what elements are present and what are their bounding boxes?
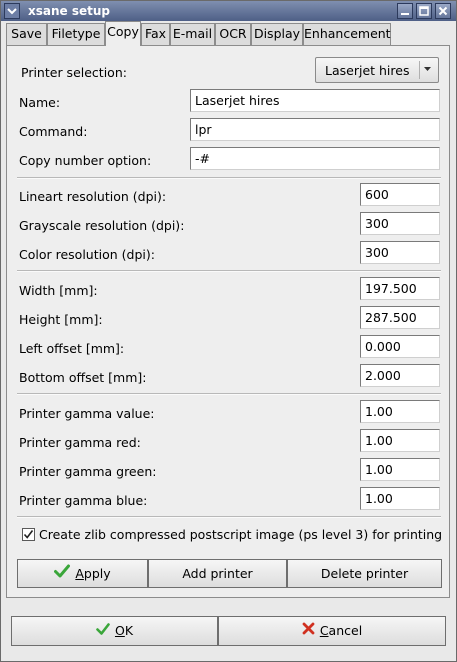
- grayscale-resolution-field[interactable]: 300: [360, 212, 440, 235]
- maximize-button[interactable]: [416, 3, 432, 19]
- left-offset-label: Left offset [mm]:: [19, 341, 125, 356]
- color-resolution-field[interactable]: 300: [360, 241, 440, 264]
- copy-number-option-label: Copy number option:: [19, 153, 152, 168]
- ok-button[interactable]: OK: [11, 616, 218, 646]
- lineart-resolution-field[interactable]: 600: [360, 183, 440, 206]
- command-field[interactable]: lpr: [190, 118, 440, 141]
- separator: [17, 516, 441, 518]
- name-label: Name:: [19, 95, 61, 110]
- tab-fax[interactable]: Fax: [141, 23, 170, 45]
- name-field[interactable]: Laserjet hires: [190, 89, 440, 112]
- left-offset-field[interactable]: 0.000: [360, 335, 440, 358]
- add-printer-button[interactable]: Add printer: [148, 559, 287, 588]
- title-bar[interactable]: xsane setup: [1, 1, 456, 21]
- copy-number-option-field[interactable]: -#: [190, 147, 440, 170]
- printer-selection-dropdown[interactable]: Laserjet hires: [315, 57, 439, 83]
- lineart-resolution-label: Lineart resolution (dpi):: [19, 189, 167, 204]
- separator: [17, 177, 441, 179]
- window-title: xsane setup: [28, 4, 110, 18]
- gamma-blue-field[interactable]: 1.00: [360, 487, 440, 510]
- tab-email[interactable]: E-mail: [170, 23, 215, 45]
- width-label: Width [mm]:: [19, 283, 98, 298]
- width-field[interactable]: 197.500: [360, 277, 440, 300]
- apply-button[interactable]: Apply: [17, 559, 148, 588]
- gamma-red-label: Printer gamma red:: [19, 435, 141, 450]
- zlib-compress-checkbox[interactable]: [22, 528, 35, 541]
- gamma-value-label: Printer gamma value:: [19, 406, 155, 421]
- tab-filetype[interactable]: Filetype: [47, 23, 105, 45]
- bottom-offset-field[interactable]: 2.000: [360, 364, 440, 387]
- tab-display[interactable]: Display: [251, 23, 303, 45]
- grayscale-resolution-label: Grayscale resolution (dpi):: [19, 218, 185, 233]
- gamma-green-label: Printer gamma green:: [19, 464, 157, 479]
- bottom-offset-label: Bottom offset [mm]:: [19, 370, 147, 385]
- tab-save[interactable]: Save: [6, 23, 47, 45]
- separator: [17, 393, 441, 395]
- chevron-down-icon: [419, 61, 435, 79]
- delete-printer-button[interactable]: Delete printer: [287, 559, 442, 588]
- gamma-value-field[interactable]: 1.00: [360, 400, 440, 423]
- printer-selection-value: Laserjet hires: [325, 63, 410, 78]
- cancel-button[interactable]: Cancel: [218, 616, 446, 646]
- command-label: Command:: [19, 124, 88, 139]
- minimize-button[interactable]: [397, 3, 413, 19]
- zlib-compress-label[interactable]: Create zlib compressed postscript image …: [39, 527, 442, 542]
- xsane-setup-window: xsane setup Save Filetype Copy Fax E-mai…: [0, 0, 457, 662]
- copy-tab-panel: Printer selection: Laserjet hires Name: …: [6, 45, 450, 598]
- gamma-blue-label: Printer gamma blue:: [19, 493, 148, 508]
- close-window-button[interactable]: [435, 3, 451, 19]
- green-check-icon: [54, 560, 71, 587]
- checkmark-icon: [23, 530, 34, 539]
- separator: [17, 270, 441, 272]
- height-label: Height [mm]:: [19, 312, 103, 327]
- tab-copy[interactable]: Copy: [105, 21, 141, 46]
- red-x-icon: [302, 617, 315, 645]
- tab-ocr[interactable]: OCR: [215, 23, 251, 45]
- printer-selection-label: Printer selection:: [21, 65, 127, 80]
- tab-enhancement[interactable]: Enhancement: [303, 23, 391, 45]
- gamma-green-field[interactable]: 1.00: [360, 458, 440, 481]
- gamma-red-field[interactable]: 1.00: [360, 429, 440, 452]
- window-menu-icon[interactable]: [4, 3, 20, 19]
- color-resolution-label: Color resolution (dpi):: [19, 247, 155, 262]
- green-check-icon: [96, 617, 110, 645]
- height-field[interactable]: 287.500: [360, 306, 440, 329]
